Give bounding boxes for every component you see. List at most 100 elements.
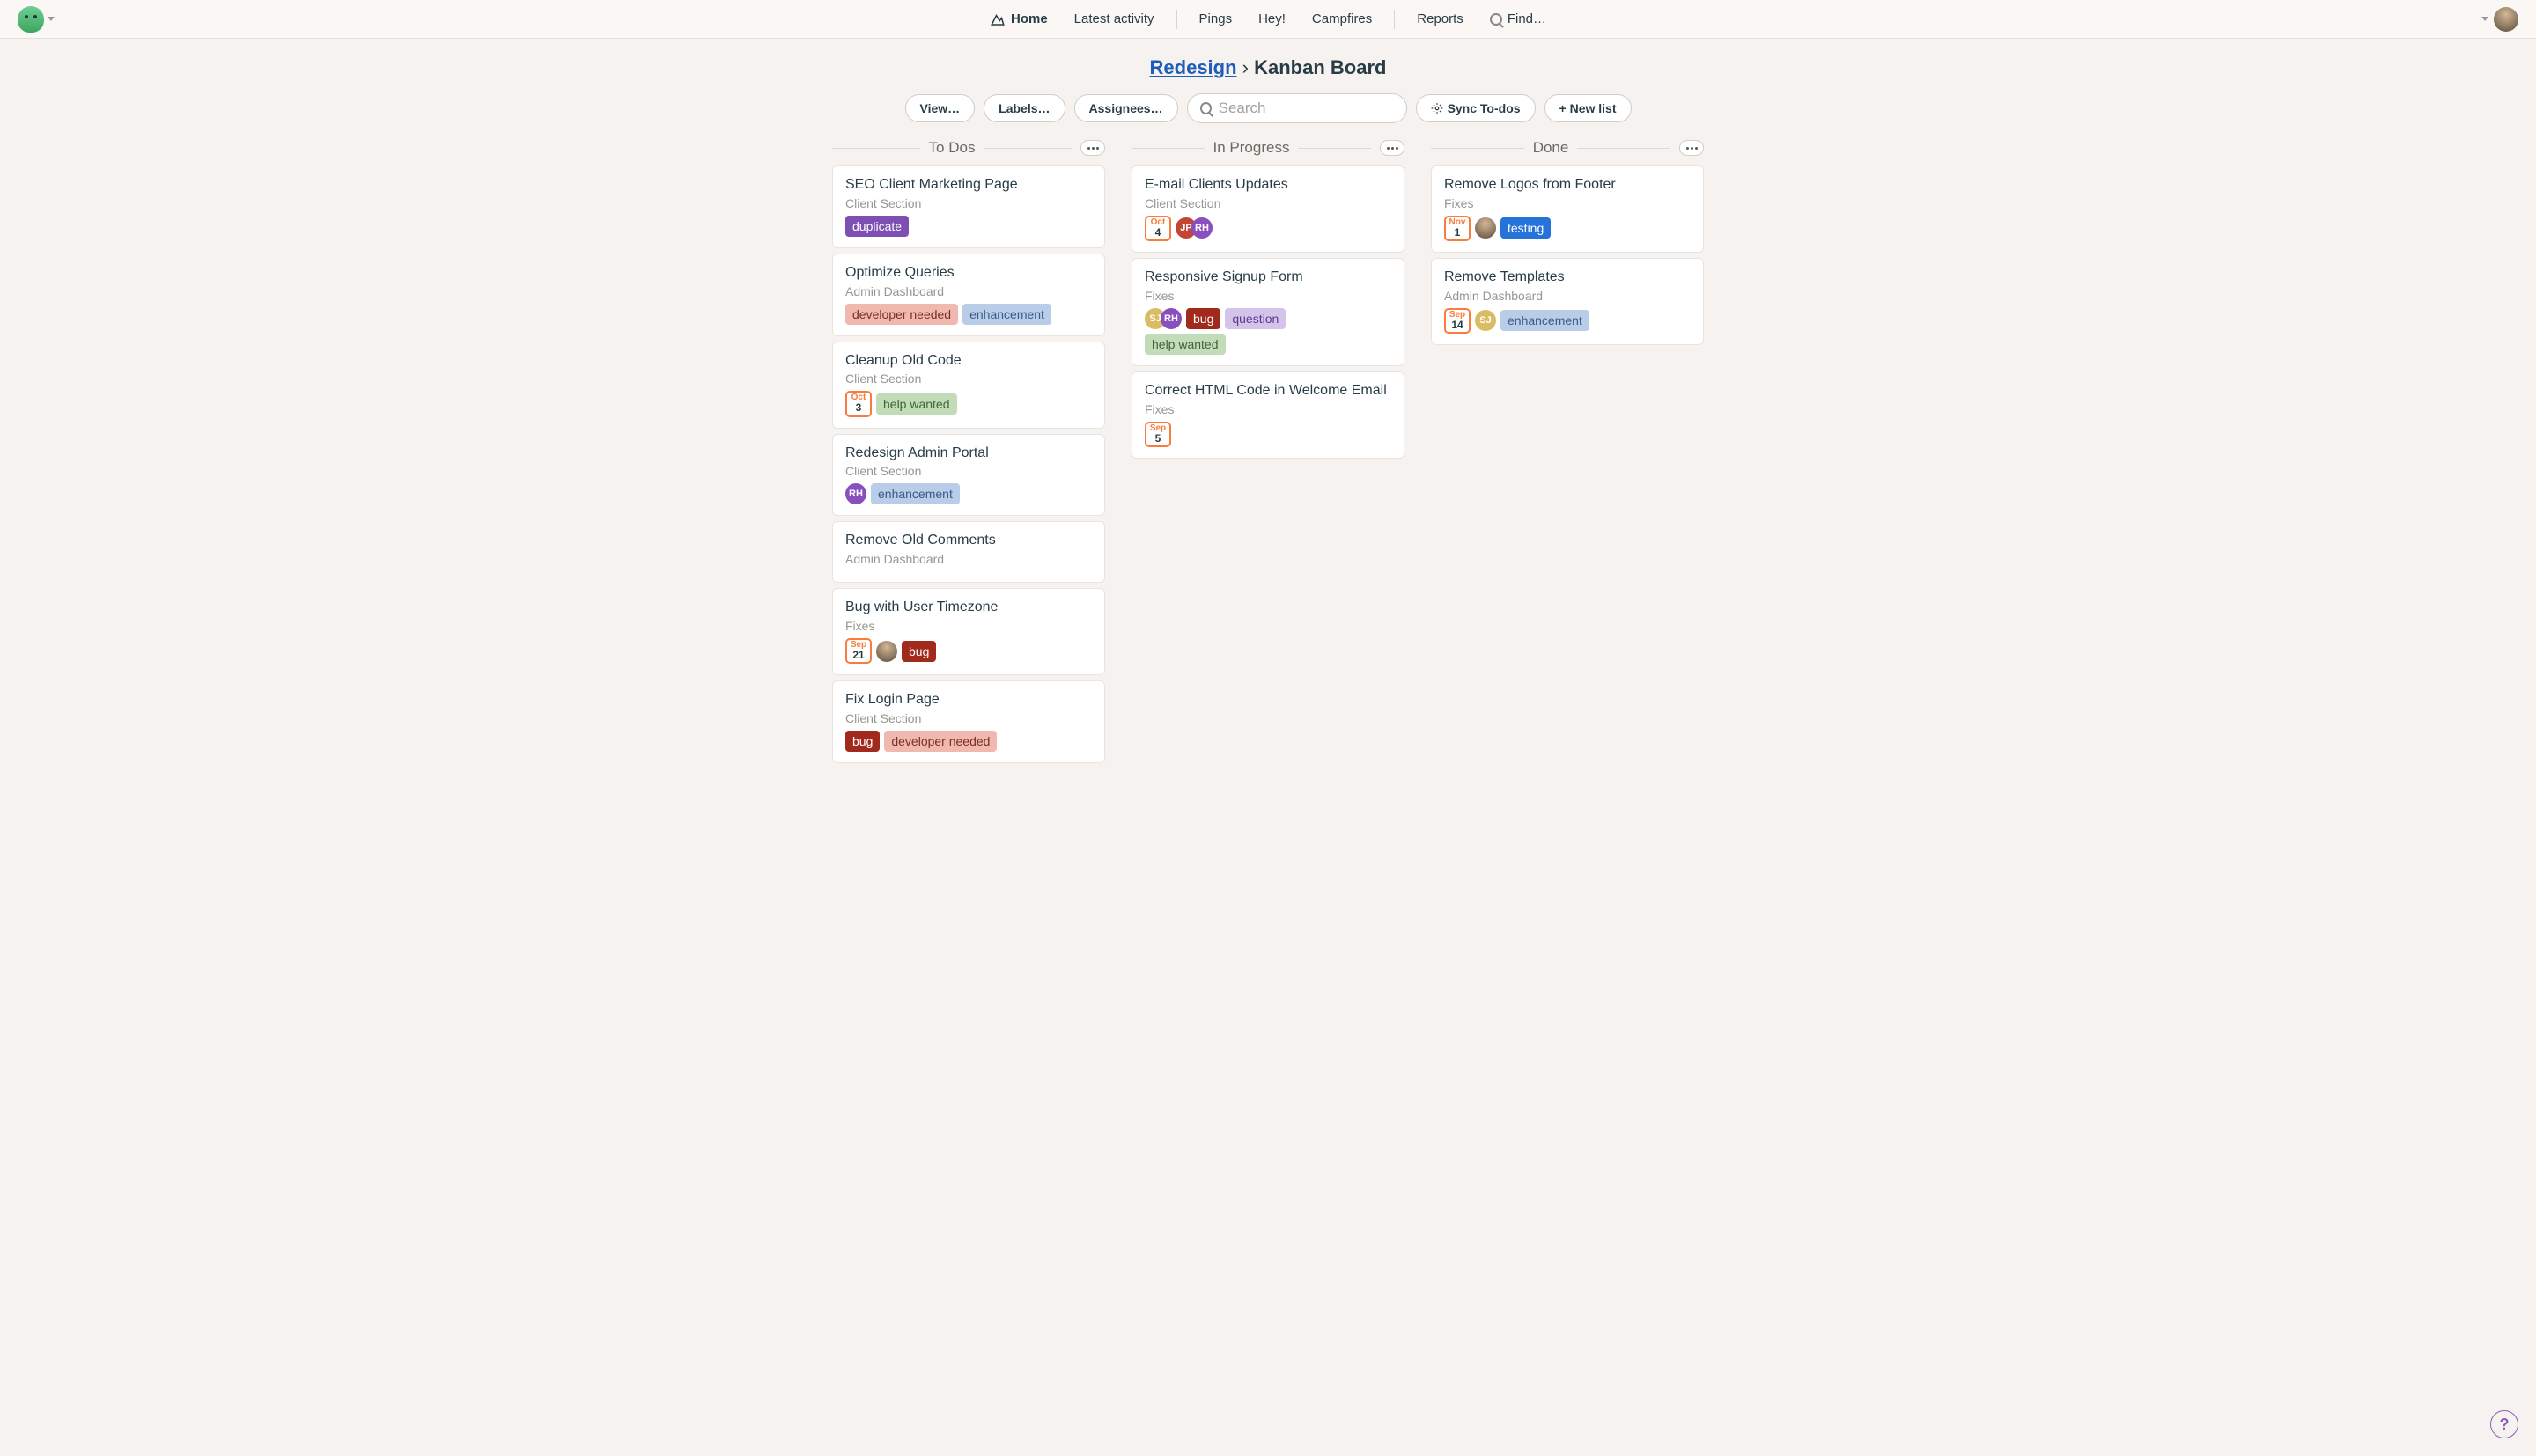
nav-hey[interactable]: Hey! [1245,11,1299,26]
breadcrumb-sep: › [1242,56,1249,78]
date-badge: Sep21 [845,638,872,664]
nav-pings[interactable]: Pings [1186,11,1246,26]
divider [832,148,920,149]
label: help wanted [1145,334,1226,355]
card-title: Fix Login Page [845,691,1092,710]
card-meta-row: Sep5 [1145,422,1391,447]
label: developer needed [845,304,958,325]
card-title: Optimize Queries [845,264,1092,283]
card-meta-row: help wanted [1145,334,1391,355]
card[interactable]: Redesign Admin PortalClient SectionRHenh… [832,434,1105,517]
nav-reports[interactable]: Reports [1404,11,1477,26]
column-title: Done [1533,139,1569,157]
account-switcher[interactable] [18,6,55,33]
card-title: Remove Logos from Footer [1444,176,1691,195]
card-subtitle: Fixes [1145,402,1391,416]
card-title: Remove Old Comments [845,532,1092,550]
card-subtitle: Fixes [1145,289,1391,303]
card[interactable]: Correct HTML Code in Welcome EmailFixes S… [1132,371,1404,459]
card[interactable]: SEO Client Marketing PageClient Sectiond… [832,165,1105,248]
card-meta-row: duplicate [845,216,1092,237]
home-icon [990,11,1006,27]
card[interactable]: Remove Old Comments Admin Dashboard [832,521,1105,583]
kanban-board: To Dos SEO Client Marketing PageClient S… [0,139,2536,804]
card-title: SEO Client Marketing Page [845,176,1092,195]
avatar [1475,217,1496,239]
card-title: Remove Templates [1444,268,1691,287]
label: help wanted [876,393,957,415]
assignee-group [876,641,897,662]
column: To Dos SEO Client Marketing PageClient S… [832,139,1105,768]
avatar: SJ [1475,310,1496,331]
card[interactable]: Remove Logos from FooterFixes Nov1 testing [1431,165,1704,253]
nav-find[interactable]: Find… [1477,11,1559,26]
card-subtitle: Admin Dashboard [845,284,1092,298]
column-menu-button[interactable] [1080,140,1105,156]
label: enhancement [871,483,960,504]
column-header: Done [1431,139,1704,157]
assignee-group: RH [845,483,866,504]
column-title: To Dos [929,139,976,157]
board-toolbar: View… Labels… Assignees… Sync To-dos + N… [0,90,2536,139]
card[interactable]: Fix Login PageClient Sectionbugdeveloper… [832,680,1105,763]
breadcrumb: Redesign › Kanban Board [0,39,2536,90]
search-icon [1490,13,1502,26]
search-input[interactable] [1219,99,1394,117]
column: Done Remove Logos from FooterFixes Nov1 te… [1431,139,1704,350]
card-subtitle: Client Section [1145,196,1391,210]
card-title: Correct HTML Code in Welcome Email [1145,382,1391,401]
label: testing [1500,217,1551,239]
card-subtitle: Fixes [1444,196,1691,210]
card[interactable]: Remove TemplatesAdmin DashboardSep14SJen… [1431,258,1704,345]
basecamp-logo-icon [18,6,44,33]
card-title: Bug with User Timezone [845,599,1092,617]
assignees-button[interactable]: Assignees… [1074,94,1178,122]
label: question [1225,308,1286,329]
avatar: RH [1191,217,1213,239]
breadcrumb-parent-link[interactable]: Redesign [1150,56,1237,78]
label: bug [902,641,936,662]
card[interactable]: Responsive Signup FormFixesSJRHbugquesti… [1132,258,1404,366]
card-subtitle: Client Section [845,711,1092,725]
nav-separator [1176,10,1177,29]
nav-separator [1394,10,1395,29]
card[interactable]: E-mail Clients UpdatesClient SectionOct4… [1132,165,1404,253]
chevron-down-icon [2481,17,2488,21]
date-badge: Oct3 [845,391,872,416]
view-button[interactable]: View… [905,94,976,122]
card-subtitle: Admin Dashboard [845,552,1092,566]
assignee-group: JPRH [1176,217,1213,239]
main-nav: Home Latest activity Pings Hey! Campfire… [977,10,1559,29]
card[interactable]: Bug with User TimezoneFixesSep21bug [832,588,1105,675]
card[interactable]: Optimize QueriesAdmin Dashboard developer… [832,254,1105,336]
user-menu[interactable] [2481,7,2518,32]
avatar: RH [845,483,866,504]
card-title: Redesign Admin Portal [845,445,1092,463]
card-title: Cleanup Old Code [845,352,1092,371]
nav-home[interactable]: Home [977,11,1061,27]
new-list-button[interactable]: + New list [1544,94,1632,122]
column-menu-button[interactable] [1679,140,1704,156]
card-subtitle: Admin Dashboard [1444,289,1691,303]
column-header: To Dos [832,139,1105,157]
date-badge: Sep5 [1145,422,1171,447]
date-badge: Nov1 [1444,216,1471,241]
divider [1298,148,1371,149]
gear-icon [1431,102,1443,114]
label: duplicate [845,216,909,237]
board-search[interactable] [1187,93,1407,123]
search-icon [1200,102,1212,114]
avatar: RH [1161,308,1182,329]
assignee-group: SJ [1475,310,1496,331]
nav-latest-activity[interactable]: Latest activity [1061,11,1168,26]
sync-todos-button[interactable]: Sync To-dos [1416,94,1536,122]
column-header: In Progress [1132,139,1404,157]
card-meta-row: Nov1 testing [1444,216,1691,241]
help-button[interactable]: ? [2490,1410,2518,1438]
topbar: Home Latest activity Pings Hey! Campfire… [0,0,2536,39]
nav-campfires[interactable]: Campfires [1299,11,1385,26]
labels-button[interactable]: Labels… [984,94,1065,122]
label: bug [1186,308,1220,329]
column-menu-button[interactable] [1380,140,1404,156]
card[interactable]: Cleanup Old CodeClient SectionOct3help w… [832,342,1105,429]
